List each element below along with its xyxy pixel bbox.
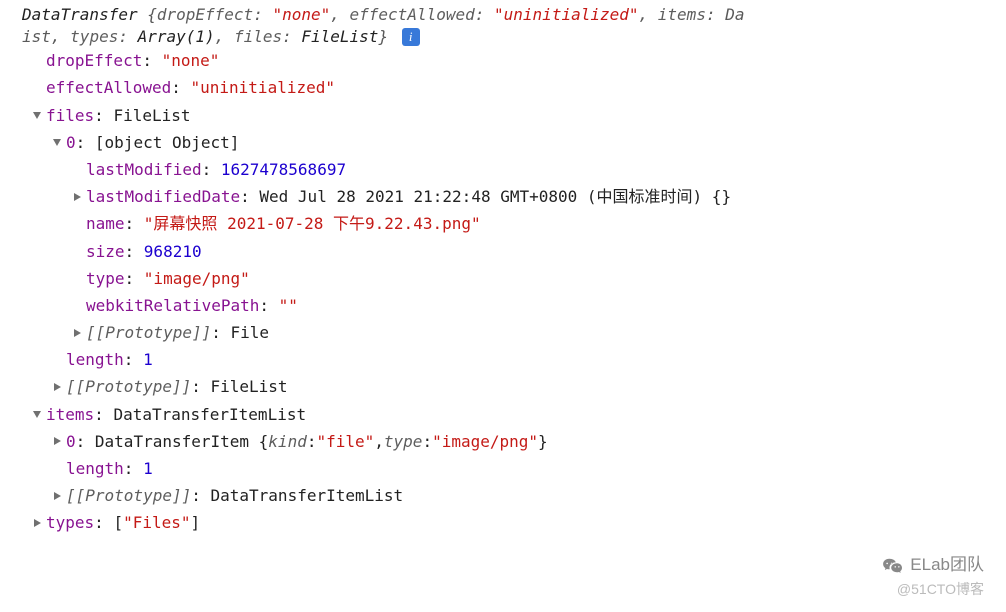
prop-items-prototype[interactable]: [[Prototype]]: DataTransferItemList — [8, 482, 998, 509]
chevron-right-icon[interactable] — [50, 380, 64, 394]
prop-file-prototype[interactable]: [[Prototype]]: File — [8, 319, 998, 346]
chevron-right-icon[interactable] — [50, 434, 64, 448]
prop-lastModified[interactable]: lastModified: 1627478568697 — [8, 156, 998, 183]
chevron-down-icon[interactable] — [30, 108, 44, 122]
prop-name[interactable]: name: "屏幕快照 2021-07-28 下午9.22.43.png" — [8, 210, 998, 237]
blank-icon — [30, 54, 44, 68]
blank-icon — [70, 244, 84, 258]
chevron-right-icon[interactable] — [30, 516, 44, 530]
object-summary[interactable]: DataTransfer {dropEffect: "none", effect… — [8, 4, 998, 47]
blank-icon — [70, 217, 84, 231]
blank-icon — [50, 353, 64, 367]
blank-icon — [70, 298, 84, 312]
prop-lastModifiedDate[interactable]: lastModifiedDate: Wed Jul 28 2021 21:22:… — [8, 183, 998, 210]
chevron-right-icon[interactable] — [70, 190, 84, 204]
wechat-icon — [882, 557, 904, 575]
prop-type[interactable]: type: "image/png" — [8, 265, 998, 292]
chevron-down-icon[interactable] — [50, 135, 64, 149]
prop-items-0[interactable]: 0: DataTransferItem {kind: "file", type:… — [8, 428, 998, 455]
watermark-text: ELab团队 — [910, 551, 984, 580]
chevron-down-icon[interactable] — [30, 407, 44, 421]
blank-icon — [70, 271, 84, 285]
blank-icon — [30, 81, 44, 95]
chevron-right-icon[interactable] — [50, 489, 64, 503]
blank-icon — [70, 163, 84, 177]
prop-webkitRelativePath[interactable]: webkitRelativePath: "" — [8, 292, 998, 319]
blank-icon — [50, 462, 64, 476]
prop-items-length[interactable]: length: 1 — [8, 455, 998, 482]
chevron-right-icon[interactable] — [70, 326, 84, 340]
prop-types[interactable]: types: ["Files"] — [8, 509, 998, 536]
prop-effectAllowed[interactable]: effectAllowed: "uninitialized" — [8, 74, 998, 101]
prop-files-0[interactable]: 0: [object Object] — [8, 129, 998, 156]
prop-files[interactable]: files: FileList — [8, 102, 998, 129]
prop-size[interactable]: size: 968210 — [8, 238, 998, 265]
watermark-source: @51CTO博客 — [897, 578, 984, 602]
prop-dropEffect[interactable]: dropEffect: "none" — [8, 47, 998, 74]
prop-items[interactable]: items: DataTransferItemList — [8, 401, 998, 428]
prop-files-length[interactable]: length: 1 — [8, 346, 998, 373]
info-icon[interactable]: i — [402, 28, 420, 46]
watermark-wechat: ELab团队 — [882, 551, 984, 580]
prop-filelist-prototype[interactable]: [[Prototype]]: FileList — [8, 373, 998, 400]
